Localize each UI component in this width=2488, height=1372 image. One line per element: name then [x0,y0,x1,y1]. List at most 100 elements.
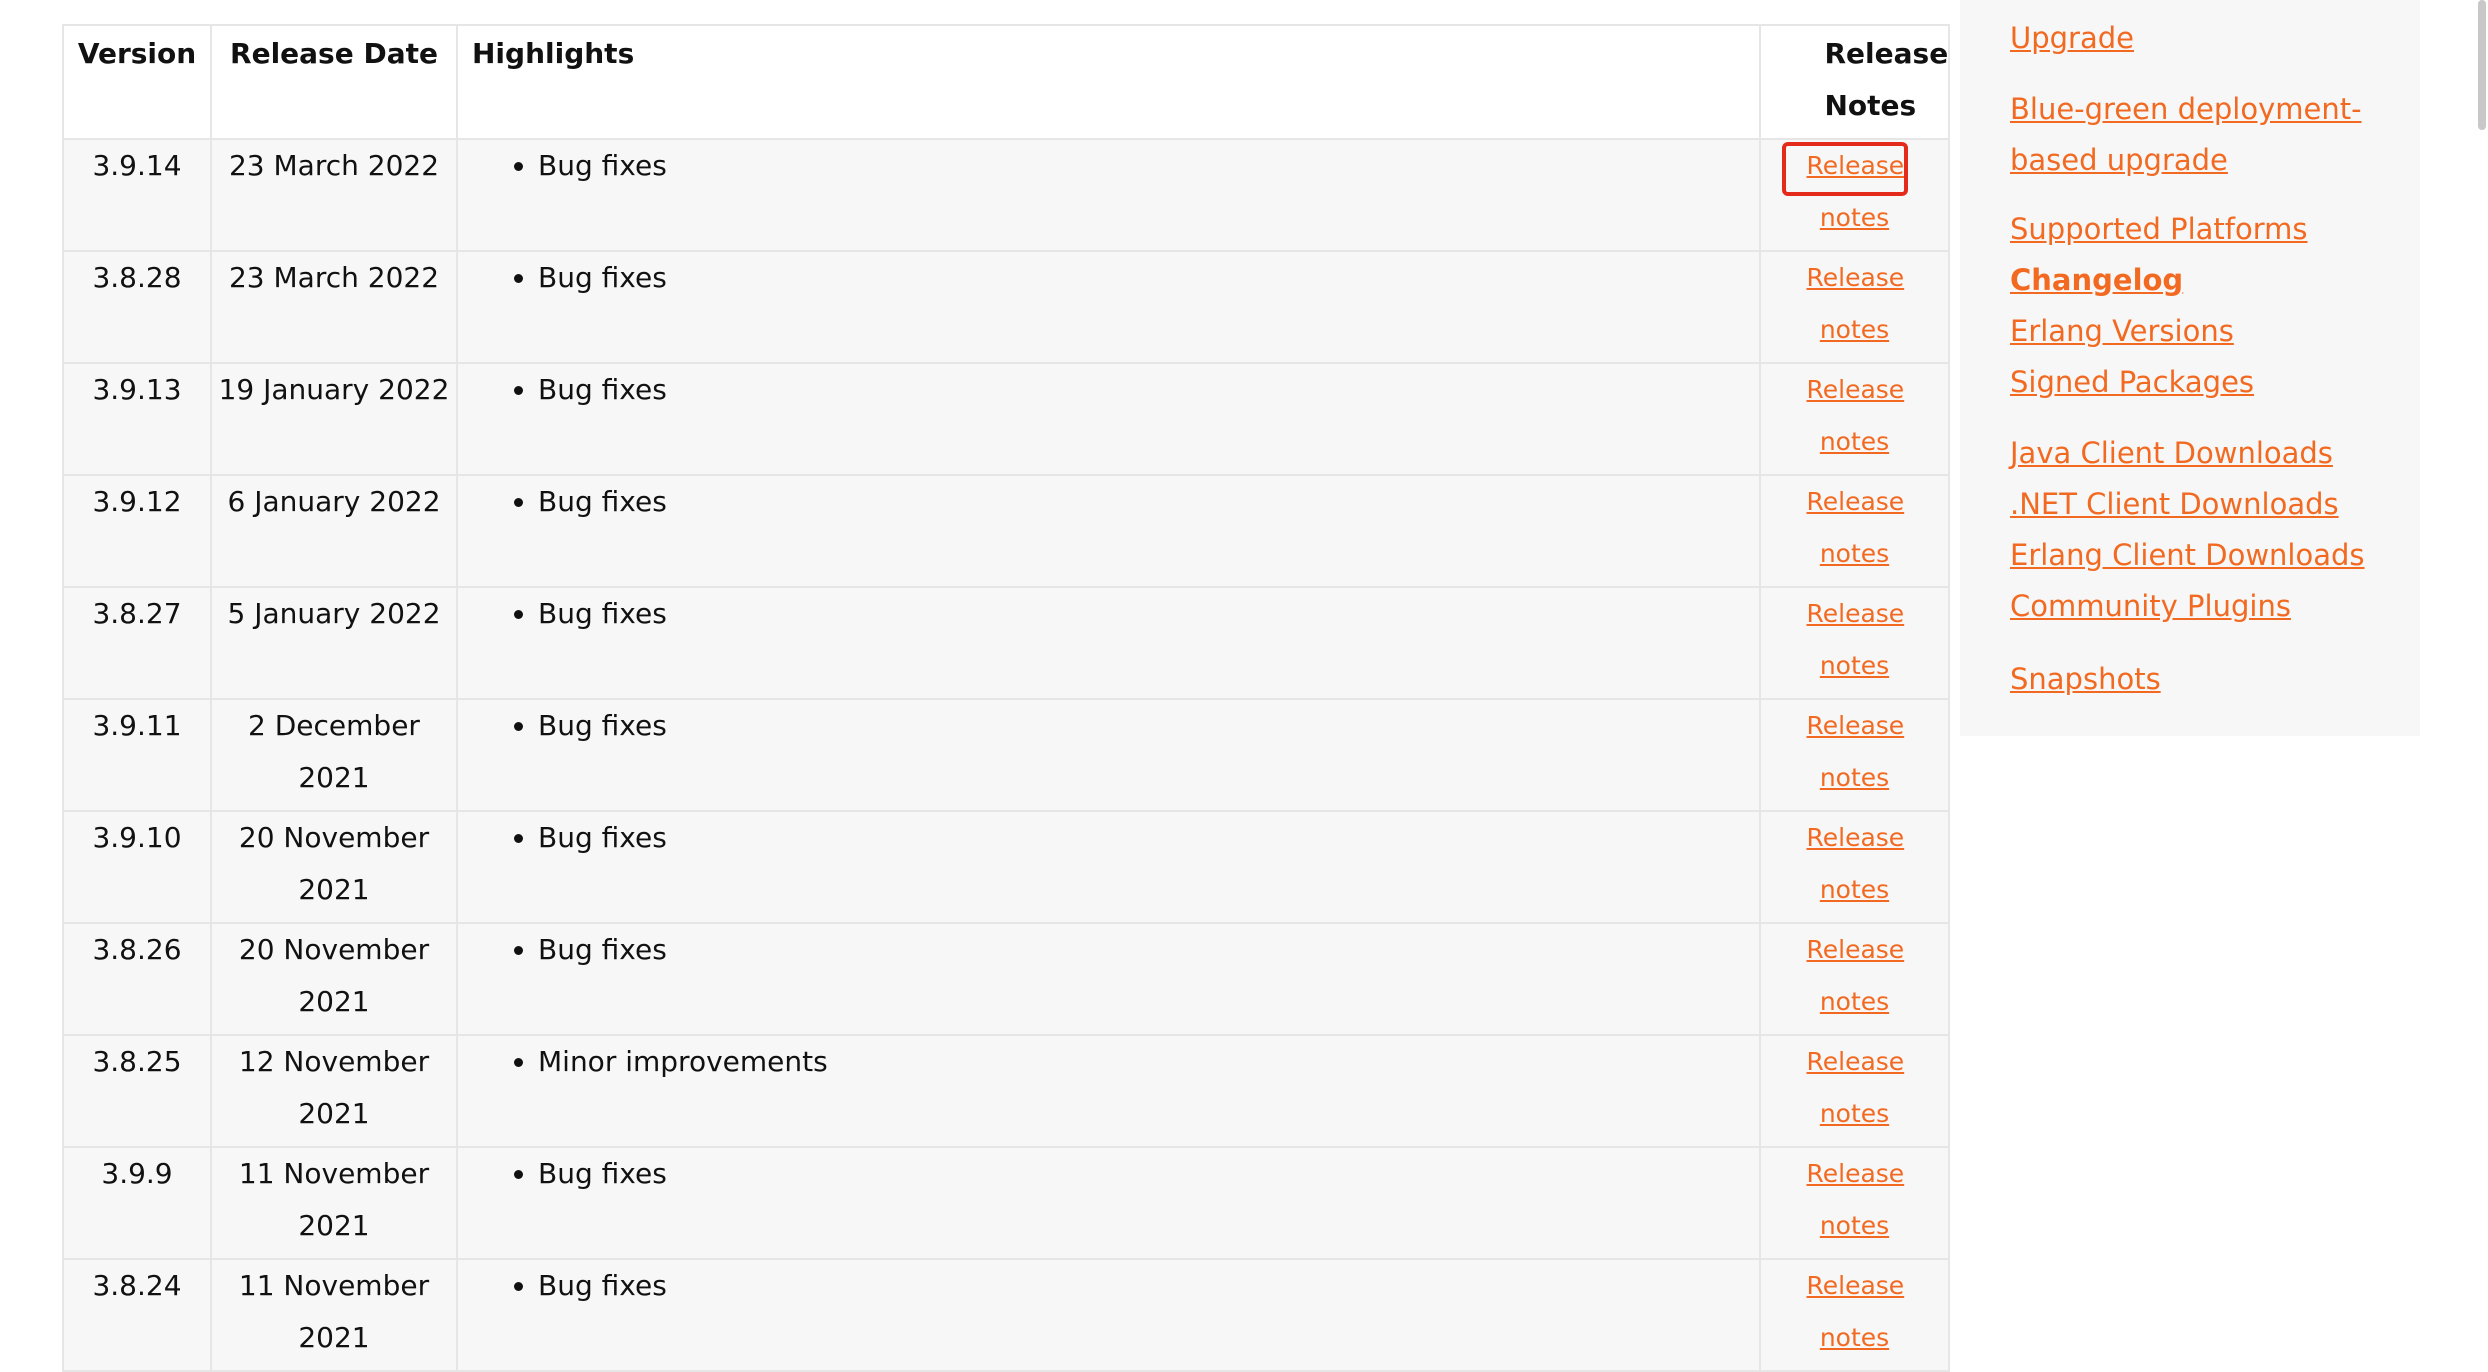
cell-version: 3.8.26 [62,922,212,1036]
header-version: Version [62,24,212,140]
cell-release-notes: Release notes [1759,250,1950,364]
scrollbar[interactable] [2468,0,2488,1366]
table-row: 3.8.25 12 November 2021 Minor improvemen… [62,1034,1950,1148]
release-notes-link[interactable]: Release notes [1807,924,1905,1028]
cell-highlights: Bug fixes [456,810,1761,924]
release-notes-link[interactable]: Release notes [1807,364,1905,468]
sidebar-group-platforms: Supported Platforms Changelog Erlang Ver… [2010,204,2308,408]
table-row: 3.8.28 23 March 2022 Bug fixes Release n… [62,250,1950,364]
sidebar-link-dotnet-client[interactable]: .NET Client Downloads [2010,479,2365,530]
highlight-item: Bug fixes [538,1260,1759,1312]
cell-highlights: Bug fixes [456,362,1761,476]
table-row: 3.9.10 20 November 2021 Bug fixes Releas… [62,810,1950,924]
cell-release-date: 5 January 2022 [210,586,458,700]
cell-release-notes: Release notes [1759,922,1950,1036]
highlight-item: Bug fixes [538,924,1759,976]
highlight-item: Bug fixes [538,812,1759,864]
cell-highlights: Bug fixes [456,698,1761,812]
cell-version: 3.9.11 [62,698,212,812]
scrollbar-thumb[interactable] [2478,0,2486,130]
highlight-item: Bug fixes [538,476,1759,528]
cell-highlights: Bug fixes [456,922,1761,1036]
cell-highlights: Bug fixes [456,1258,1761,1372]
cell-release-date: 20 November 2021 [210,922,458,1036]
cell-version: 3.9.14 [62,138,212,252]
cell-release-date: 2 December 2021 [210,698,458,812]
cell-version: 3.8.27 [62,586,212,700]
cell-release-date: 19 January 2022 [210,362,458,476]
sidebar-link-snapshots[interactable]: Snapshots [2010,654,2161,705]
release-notes-link[interactable]: Release notes [1807,1036,1905,1140]
cell-release-notes: Release notes [1759,474,1950,588]
cell-release-date: 23 March 2022 [210,250,458,364]
sidebar-link-java-client[interactable]: Java Client Downloads [2010,428,2365,479]
sidebar-link-blue-green-upgrade[interactable]: Blue-green deployment-based upgrade [2010,84,2410,186]
table-row: 3.8.26 20 November 2021 Bug fixes Releas… [62,922,1950,1036]
cell-release-notes: Release notes [1759,1034,1950,1148]
highlight-item: Bug fixes [538,588,1759,640]
cell-release-notes: Release notes [1759,1258,1950,1372]
sidebar-link-community-plugins[interactable]: Community Plugins [2010,581,2365,632]
cell-release-date: 6 January 2022 [210,474,458,588]
cell-highlights: Bug fixes [456,250,1761,364]
table-row: 3.8.27 5 January 2022 Bug fixes Release … [62,586,1950,700]
highlight-item: Bug fixes [538,252,1759,304]
cell-highlights: Bug fixes [456,1146,1761,1260]
highlight-item: Bug fixes [538,700,1759,752]
release-notes-link[interactable]: Release notes [1807,252,1905,356]
cell-release-date: 12 November 2021 [210,1034,458,1148]
cell-release-date: 11 November 2021 [210,1258,458,1372]
cell-version: 3.9.12 [62,474,212,588]
changelog-table: Version Release Date Highlights Release … [62,24,1950,1372]
table-row: 3.9.14 23 March 2022 Bug fixes Release n… [62,138,1950,252]
sidebar-group-upgrade: Upgrade Blue-green deployment-based upgr… [2010,13,2410,186]
table-header-row: Version Release Date Highlights Release … [62,24,1950,140]
cell-release-date: 11 November 2021 [210,1146,458,1260]
cell-highlights: Bug fixes [456,138,1761,252]
sidebar-link-changelog[interactable]: Changelog [2010,255,2308,306]
release-notes-link[interactable]: Release notes [1807,1260,1905,1364]
release-notes-link[interactable]: Release notes [1807,588,1905,692]
sidebar-nav: Upgrade Blue-green deployment-based upgr… [1960,0,2420,736]
cell-version: 3.8.24 [62,1258,212,1372]
table-row: 3.9.12 6 January 2022 Bug fixes Release … [62,474,1950,588]
cell-release-notes: Release notes [1759,586,1950,700]
cell-version: 3.8.28 [62,250,212,364]
sidebar-link-signed-packages[interactable]: Signed Packages [2010,357,2308,408]
release-notes-link[interactable]: Release notes [1807,476,1905,580]
highlight-item: Bug fixes [538,140,1759,192]
release-notes-link[interactable]: Release notes [1807,700,1905,804]
cell-release-notes: Release notes [1759,138,1950,252]
sidebar-group-clients: Java Client Downloads .NET Client Downlo… [2010,428,2365,632]
header-release-notes-label: Release Notes [1824,37,1949,122]
sidebar-link-upgrade[interactable]: Upgrade [2010,13,2410,64]
cell-release-notes: Release notes [1759,1146,1950,1260]
cell-release-date: 23 March 2022 [210,138,458,252]
release-notes-link[interactable]: Release notes [1807,812,1905,916]
sidebar-group-snapshots: Snapshots [2010,654,2161,705]
cell-release-notes: Release notes [1759,810,1950,924]
table-row: 3.8.24 11 November 2021 Bug fixes Releas… [62,1258,1950,1372]
cell-highlights: Bug fixes [456,586,1761,700]
header-release-notes: Release Notes [1759,24,1950,140]
cell-release-date: 20 November 2021 [210,810,458,924]
highlight-item: Minor improvements [538,1036,1759,1088]
sidebar-link-erlang-versions[interactable]: Erlang Versions [2010,306,2308,357]
header-highlights: Highlights [456,24,1761,140]
release-notes-link[interactable]: Release notes [1807,140,1905,244]
cell-highlights: Minor improvements [456,1034,1761,1148]
cell-release-notes: Release notes [1759,362,1950,476]
sidebar-link-erlang-client[interactable]: Erlang Client Downloads [2010,530,2365,581]
cell-version: 3.8.25 [62,1034,212,1148]
cell-release-notes: Release notes [1759,698,1950,812]
highlight-item: Bug fixes [538,364,1759,416]
cell-highlights: Bug fixes [456,474,1761,588]
header-release-date: Release Date [210,24,458,140]
cell-version: 3.9.10 [62,810,212,924]
table-row: 3.9.9 11 November 2021 Bug fixes Release… [62,1146,1950,1260]
release-notes-link[interactable]: Release notes [1807,1148,1905,1252]
table-row: 3.9.11 2 December 2021 Bug fixes Release… [62,698,1950,812]
table-row: 3.9.13 19 January 2022 Bug fixes Release… [62,362,1950,476]
sidebar-link-supported-platforms[interactable]: Supported Platforms [2010,204,2308,255]
cell-version: 3.9.13 [62,362,212,476]
